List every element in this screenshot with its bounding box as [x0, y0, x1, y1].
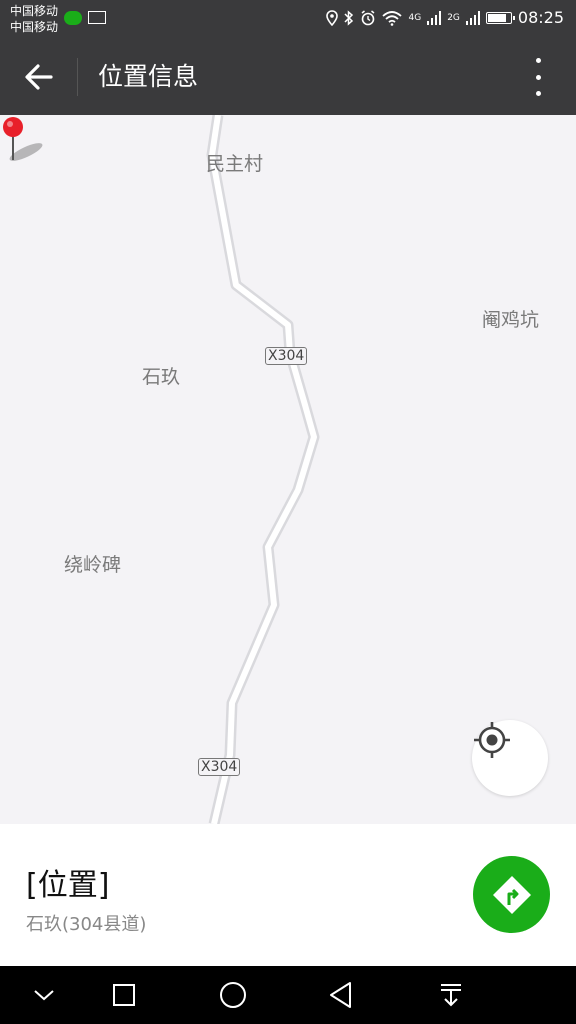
- mail-icon: [88, 11, 106, 24]
- system-nav-bar: [0, 966, 576, 1024]
- more-dot: [535, 91, 541, 96]
- wechat-icon: [64, 11, 82, 25]
- location-pin-icon: [3, 117, 43, 161]
- app-header: 位置信息: [0, 38, 576, 115]
- place-label: 绕岭碑: [64, 554, 122, 576]
- wifi-icon: [382, 10, 403, 26]
- carrier-2: 中国移动: [10, 20, 59, 34]
- place-label: 民主村: [206, 153, 264, 175]
- more-options-button[interactable]: [522, 58, 554, 96]
- network-2g-label: 2G: [447, 12, 460, 23]
- status-bar: 中国移动 中国移动 4G 2G 08:25: [0, 0, 576, 38]
- square-icon: [113, 984, 135, 1006]
- navigate-button[interactable]: [473, 856, 550, 933]
- carrier-labels: 中国移动 中国移动: [10, 3, 58, 35]
- pull-down-icon: [441, 984, 461, 1007]
- alarm-icon: [362, 9, 375, 25]
- place-label: 石玖: [142, 366, 181, 388]
- header-divider: [77, 58, 78, 96]
- more-vertical-icon: [535, 58, 541, 63]
- status-icons: 4G 2G 08:25: [326, 8, 564, 27]
- road-shield: X304: [265, 347, 308, 365]
- place-label: 阉鸡坑: [482, 309, 540, 331]
- road-layer: [206, 115, 320, 824]
- recent-apps-button[interactable]: [104, 978, 144, 1012]
- arrow-left-icon: [25, 64, 53, 90]
- signal-icon: [465, 10, 480, 25]
- triangle-back-icon: [330, 982, 351, 1008]
- road-shield: X304: [198, 758, 241, 776]
- back-button[interactable]: [14, 54, 64, 100]
- hide-nav-button[interactable]: [24, 978, 64, 1012]
- notification-pull-button[interactable]: [431, 978, 471, 1012]
- home-button[interactable]: [213, 978, 253, 1012]
- carrier-1: 中国移动: [10, 4, 59, 18]
- directions-icon: [492, 875, 531, 914]
- network-4g-label: 4G: [408, 12, 422, 23]
- status-time: 08:25: [517, 8, 564, 27]
- signal-icon: [427, 10, 442, 25]
- battery-icon: [485, 11, 515, 24]
- chevron-down-icon: [34, 990, 54, 1001]
- circle-icon: [220, 982, 246, 1008]
- location-title: [位置]: [26, 868, 110, 903]
- road-x304: [206, 115, 320, 824]
- location-address: 石玖(304县道): [26, 914, 147, 935]
- my-location-button[interactable]: [472, 720, 548, 796]
- page-title: 位置信息: [98, 62, 199, 91]
- map-view[interactable]: 民主村 阉鸡坑 石玖 绕岭碑 X304 X304: [0, 115, 576, 824]
- back-nav-button[interactable]: [321, 978, 361, 1012]
- bluetooth-icon: [344, 9, 354, 26]
- more-dot: [535, 74, 541, 80]
- location-info-panel: [位置] 石玖(304县道): [0, 824, 576, 966]
- crosshair-icon: [474, 722, 510, 758]
- location-icon: [326, 9, 339, 26]
